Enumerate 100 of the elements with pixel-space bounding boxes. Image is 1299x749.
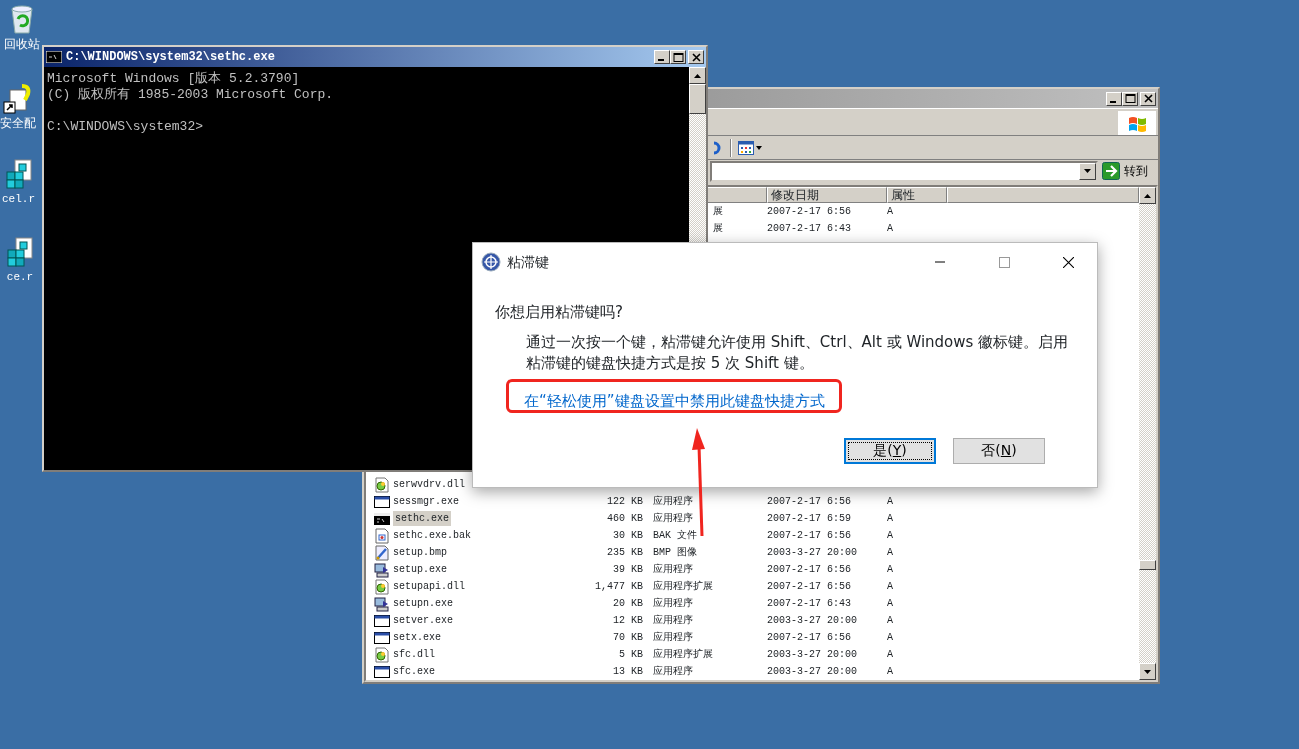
file-type: 应用程序扩展 [653,649,713,660]
maximize-icon [998,256,1010,268]
scroll-down-button[interactable] [1139,663,1156,680]
maximize-button[interactable] [1122,91,1138,106]
close-icon [689,51,703,63]
file-size: 1,477 KB [595,581,643,592]
application-window-icon [374,612,390,629]
file-attributes: A [887,223,893,234]
file-size: 460 KB [607,513,643,524]
scroll-up-button[interactable] [689,67,706,84]
dialog-button[interactable]: 否(N) [953,437,1045,464]
scroll-thumb[interactable] [1139,560,1156,570]
file-attributes: A [887,581,893,592]
desktop-icon-label[interactable]: ce.r [6,270,34,284]
file-name[interactable]: sessmgr.exe [393,494,459,509]
modified-date: 2007-2-17 6:56 [767,632,851,643]
modified-date: 2003-3-27 20:00 [767,666,857,677]
up-arrow-icon [694,73,701,78]
file-attributes: A [887,632,893,643]
up-arrow-icon [1144,193,1151,198]
modified-date: 2007-2-17 6:59 [767,513,851,524]
modified-date: 2007-2-17 6:56 [767,581,851,592]
file-name[interactable]: setupapi.dll [393,579,465,594]
minimize-button[interactable] [654,50,670,64]
file-attributes: A [887,666,893,677]
minimize-icon [1110,100,1116,103]
caret-icon [1084,169,1091,174]
close-button[interactable] [688,50,704,64]
settings-link[interactable]: 在“轻松使用”键盘设置中禁用此键盘快捷方式 [524,389,825,412]
window-title: C:\WINDOWS\system32\sethc.exe [66,49,275,66]
paint-image-icon [374,544,390,561]
file-size: 13 KB [613,666,643,677]
desktop-icon-label[interactable]: cel.r [2,192,35,206]
dropdown-button[interactable] [1079,162,1096,180]
file-attributes: A [887,615,893,626]
registry-cubes-icon[interactable] [4,236,36,268]
file-name[interactable]: setup.exe [393,562,447,577]
minimize-icon [658,59,664,61]
down-arrow-icon [1144,669,1151,674]
address-field[interactable] [710,160,1098,182]
arrow-right-icon [1102,162,1120,181]
gear-file-icon [374,646,390,663]
modified-date: 2003-3-27 20:00 [767,615,857,626]
file-name[interactable]: setver.exe [393,613,453,628]
file-size: 5 KB [619,649,643,660]
file-size: 30 KB [613,530,643,541]
minimize-button[interactable] [1106,91,1122,106]
file-name[interactable]: serwvdrv.dll [393,477,465,492]
file-type: BMP 图像 [653,547,697,558]
file-attributes: A [887,564,893,575]
file-type: 应用程序 [653,564,693,575]
file-attributes: A [887,206,893,217]
console-text: (C) 版权所有 1985-2003 Microsoft Corp. [47,87,334,103]
modified-date: 2007-2-17 6:43 [767,598,851,609]
file-type: 应用程序扩展 [653,581,713,592]
file-size: 70 KB [613,632,643,643]
desktop-icon-label[interactable]: 安全配 [0,116,36,130]
computer-setup-icon [374,595,390,612]
file-attributes: A [887,513,893,524]
file-type: 应用程序 [653,598,693,609]
modified-date: 2007-2-17 6:43 [767,223,851,234]
file-name[interactable]: sethc.exe [393,511,451,526]
gear-file-icon [374,578,390,595]
close-button[interactable] [1140,91,1156,106]
file-name[interactable]: setupn.exe [393,596,453,611]
file-attributes: A [887,649,893,660]
file-size: 20 KB [613,598,643,609]
file-name[interactable]: sfc.exe [393,664,435,679]
gear-file-icon [374,476,390,493]
file-name[interactable]: sethc.exe.bak [393,528,471,543]
file-attributes: A [887,496,893,507]
views-button[interactable] [738,140,762,155]
command-prompt: C:\WINDOWS\system32> [47,119,204,135]
file-size: 39 KB [613,564,643,575]
desktop-icon-label[interactable]: 回收站 [4,37,40,51]
modified-date: 2007-2-17 6:56 [767,206,851,217]
modified-date: 2003-3-27 20:00 [767,547,857,558]
close-icon [1141,93,1155,105]
file-type: 应用程序 [653,496,693,507]
file-attributes: A [887,530,893,541]
caret-icon [756,145,762,150]
scroll-thumb[interactable] [689,84,706,114]
file-name[interactable]: sfc.dll [393,647,435,662]
file-name[interactable]: setx.exe [393,630,441,645]
maximize-icon [671,51,685,63]
go-button[interactable]: 转到 [1102,162,1154,181]
maximize-button[interactable] [670,50,686,64]
scroll-up-button[interactable] [1139,187,1156,204]
file-type: 展 [713,223,723,234]
console-icon [46,51,62,63]
modified-date: 2007-2-17 6:56 [767,530,851,541]
computer-setup-icon [374,561,390,578]
file-name[interactable]: setup.bmp [393,545,447,560]
dialog-title: 粘滞键 [507,252,549,272]
modified-date: 2003-3-27 20:00 [767,649,857,660]
dialog-button[interactable]: 是(Y) [844,437,936,464]
file-size: 12 KB [613,615,643,626]
file-type: BAK 文件 [653,530,697,541]
scrollbar[interactable] [1139,187,1156,680]
console-text: Microsoft Windows [版本 5.2.3790] [47,71,300,87]
